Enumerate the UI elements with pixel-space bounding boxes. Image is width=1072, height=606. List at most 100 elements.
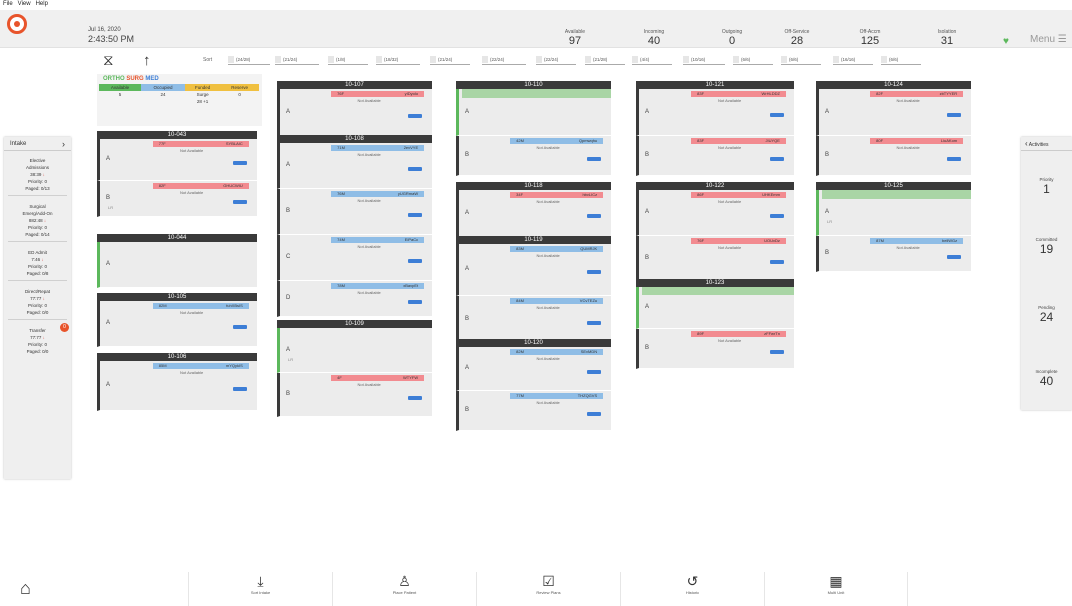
stat-available[interactable]: Available 97 bbox=[545, 29, 605, 48]
filter-unit[interactable]: (18/32) bbox=[376, 56, 420, 65]
bed-row[interactable]: A LR bbox=[277, 328, 432, 373]
filter-checkbox[interactable] bbox=[781, 56, 787, 63]
intake-section[interactable]: ED Admit 7:46 ↓ Priority: 0 Paged: 0/8 bbox=[4, 245, 71, 277]
patient-bar[interactable]: 82M fuhXBsIS bbox=[152, 303, 249, 309]
patient-bar[interactable]: 80F LiuAKom bbox=[870, 138, 964, 144]
bed-row[interactable]: A 83M QUMRJK Not Available bbox=[456, 244, 611, 296]
bed-row[interactable]: A bbox=[636, 287, 794, 329]
filter-checkbox[interactable] bbox=[536, 56, 542, 63]
patient-bar[interactable]: 82M SEvMDN bbox=[510, 349, 604, 355]
bed-action-button[interactable] bbox=[770, 259, 784, 264]
filter-unit[interactable]: (10/16) bbox=[683, 56, 725, 65]
room-card[interactable]: 10-124 A 82F zbTYYER Not Available B 80F LiuAKo… bbox=[816, 81, 971, 176]
multi-unit-button[interactable]: ▦ Multi Unit bbox=[764, 572, 908, 606]
stat-off-service[interactable]: Off-Service 28 bbox=[767, 29, 827, 48]
historic-button[interactable]: ↺ Historic bbox=[620, 572, 764, 606]
patient-bar[interactable]: 71M 2evVYE bbox=[331, 145, 425, 151]
filter-unit[interactable]: (16/16) bbox=[833, 56, 873, 65]
bed-row[interactable]: B 89F zFFwrTn Not Available bbox=[636, 329, 794, 369]
intake-section[interactable]: Direct/Repat 77:77 ↓ Priority: 0 Paged: 0/0 bbox=[4, 284, 71, 316]
activity-pending[interactable]: Pending 24 bbox=[1021, 305, 1072, 324]
bed-row[interactable]: A 82M fuhXBsIS Not Available bbox=[97, 301, 257, 347]
bed-row[interactable]: A 71M 2evVYE Not Available bbox=[277, 143, 432, 189]
filter-checkbox[interactable] bbox=[430, 56, 436, 63]
bed-action-button[interactable] bbox=[947, 255, 961, 260]
review-plans-button[interactable]: ☑ Review Plans bbox=[476, 572, 620, 606]
intake-section[interactable]: Transfer 77:77 ↓ Priority: 0 Paged: 0/0 0 bbox=[4, 323, 71, 355]
bed-row[interactable]: B 83F JIUYQE Not Available bbox=[636, 136, 794, 176]
room-card[interactable]: 10-109 A LR B 4F WTYFW Not Available bbox=[277, 320, 432, 417]
bed-row[interactable]: A 83F WrHLDDZ Not Available bbox=[636, 89, 794, 136]
room-card[interactable]: 10-110 A B 42M Qpmwqhu Not Available bbox=[456, 81, 611, 176]
room-card[interactable]: 10-108 A 71M 2evVYE Not Available B 76M yUGRmaW… bbox=[277, 135, 432, 317]
patient-bar[interactable]: 87M beilWGz bbox=[870, 238, 964, 244]
room-card[interactable]: 10-119 A 83M QUMRJK Not Available B 84M VCvTEZu… bbox=[456, 236, 611, 344]
filter-checkbox[interactable] bbox=[683, 56, 689, 63]
bed-row[interactable]: B 80F LiuAKom Not Available bbox=[816, 136, 971, 176]
bed-row[interactable]: B 77M THZQGVS Not Available bbox=[456, 391, 611, 431]
collapse-icon[interactable]: ⧖ bbox=[103, 53, 114, 68]
patient-bar[interactable]: 85M mYQykIS bbox=[152, 363, 249, 369]
bed-action-button[interactable] bbox=[587, 157, 601, 161]
filter-checkbox[interactable] bbox=[881, 56, 887, 63]
bed-action-button[interactable] bbox=[587, 320, 601, 325]
patient-bar[interactable]: 76M yUGRmaW bbox=[331, 191, 425, 197]
patient-bar[interactable]: 78M xBavpEt bbox=[331, 283, 425, 289]
patient-bar[interactable]: 82F zbTYYER bbox=[870, 91, 964, 97]
filter-unit[interactable]: (22/24) bbox=[536, 56, 576, 65]
room-card[interactable]: 10-105 A 82M fuhXBsIS Not Available bbox=[97, 293, 257, 347]
room-card[interactable]: 10-106 A 85M mYQykIS Not Available bbox=[97, 353, 257, 411]
filter-unit[interactable]: (21/24) bbox=[430, 56, 470, 65]
bed-row[interactable]: A 86F UHKEmm Not Available bbox=[636, 190, 794, 236]
filter-checkbox[interactable] bbox=[833, 56, 839, 63]
activity-committed[interactable]: Committed 19 bbox=[1021, 237, 1072, 256]
bed-action-button[interactable] bbox=[587, 412, 601, 416]
intake-section[interactable]: Surgical Emerg/Add-On 882:48 ↓ Priority: 0P… bbox=[4, 199, 71, 238]
bed-action-button[interactable] bbox=[408, 258, 422, 263]
patient-bar[interactable]: 74M EiPaCc bbox=[331, 237, 425, 243]
bed-row[interactable]: B 87M beilWGz Not Available bbox=[816, 236, 971, 272]
room-card[interactable]: 10-044 A bbox=[97, 234, 257, 288]
patient-bar[interactable]: 76F UOUvDz bbox=[691, 238, 786, 244]
patient-bar[interactable]: 77M THZQGVS bbox=[510, 393, 604, 399]
bed-row[interactable]: B 42M Qpmwqhu Not Available bbox=[456, 136, 611, 176]
bed-action-button[interactable] bbox=[408, 300, 422, 305]
place-patient-button[interactable]: ♙ Place Patient bbox=[332, 572, 476, 606]
bed-action-button[interactable] bbox=[233, 386, 247, 391]
bed-action-button[interactable] bbox=[770, 157, 784, 161]
bed-row[interactable]: B 76F UOUvDz Not Available bbox=[636, 236, 794, 282]
bed-action-button[interactable] bbox=[408, 395, 422, 400]
bed-action-button[interactable] bbox=[233, 324, 247, 329]
bed-action-button[interactable] bbox=[408, 166, 422, 171]
bed-action-button[interactable] bbox=[408, 113, 422, 118]
room-card[interactable]: 10-121 A 83F WrHLDDZ Not Available B 83F JIUYQE… bbox=[636, 81, 794, 176]
intake-section[interactable]: Elective Admissions 38:39 ↓ Priority: 0 Page… bbox=[4, 151, 71, 192]
bed-row[interactable]: B 84M VCvTEZu Not Available bbox=[456, 296, 611, 344]
bed-row[interactable]: A LR bbox=[816, 190, 971, 236]
filter-checkbox[interactable] bbox=[585, 56, 591, 63]
room-card[interactable]: 10-107 A 76F yIDyoIo Not Available bbox=[277, 81, 432, 137]
bed-row[interactable]: A 85M mYQykIS Not Available bbox=[97, 361, 257, 411]
filter-checkbox[interactable] bbox=[376, 56, 382, 63]
room-card[interactable]: 10-125 A LR B 87M beilWGz Not Available bbox=[816, 182, 971, 272]
patient-bar[interactable]: 42M Qpmwqhu bbox=[510, 138, 604, 144]
sort-label[interactable]: Sort bbox=[203, 57, 212, 63]
bed-action-button[interactable] bbox=[233, 200, 247, 205]
arrow-up-icon[interactable]: ↑ bbox=[143, 53, 151, 68]
bed-row[interactable]: B LR 82F GHUCWIU Not Available bbox=[97, 181, 257, 217]
filter-unit[interactable]: (22/24) bbox=[482, 56, 526, 65]
activity-incomplete[interactable]: Incomplete 40 bbox=[1021, 369, 1072, 388]
home-icon[interactable]: ⌂ bbox=[20, 578, 31, 599]
bed-action-button[interactable] bbox=[947, 113, 961, 118]
bed-action-button[interactable] bbox=[770, 213, 784, 218]
bed-row[interactable]: A bbox=[97, 242, 257, 288]
bed-action-button[interactable] bbox=[587, 369, 601, 374]
bed-row[interactable]: B 76M yUGRmaW Not Available bbox=[277, 189, 432, 235]
bed-action-button[interactable] bbox=[947, 157, 961, 161]
filter-checkbox[interactable] bbox=[632, 56, 638, 63]
filter-checkbox[interactable] bbox=[275, 56, 281, 63]
bed-row[interactable]: B 4F WTYFW Not Available bbox=[277, 373, 432, 417]
filter-unit[interactable]: (21/24) bbox=[275, 56, 319, 65]
filter-unit[interactable]: (6/6) bbox=[881, 56, 921, 65]
bed-action-button[interactable] bbox=[587, 214, 601, 219]
